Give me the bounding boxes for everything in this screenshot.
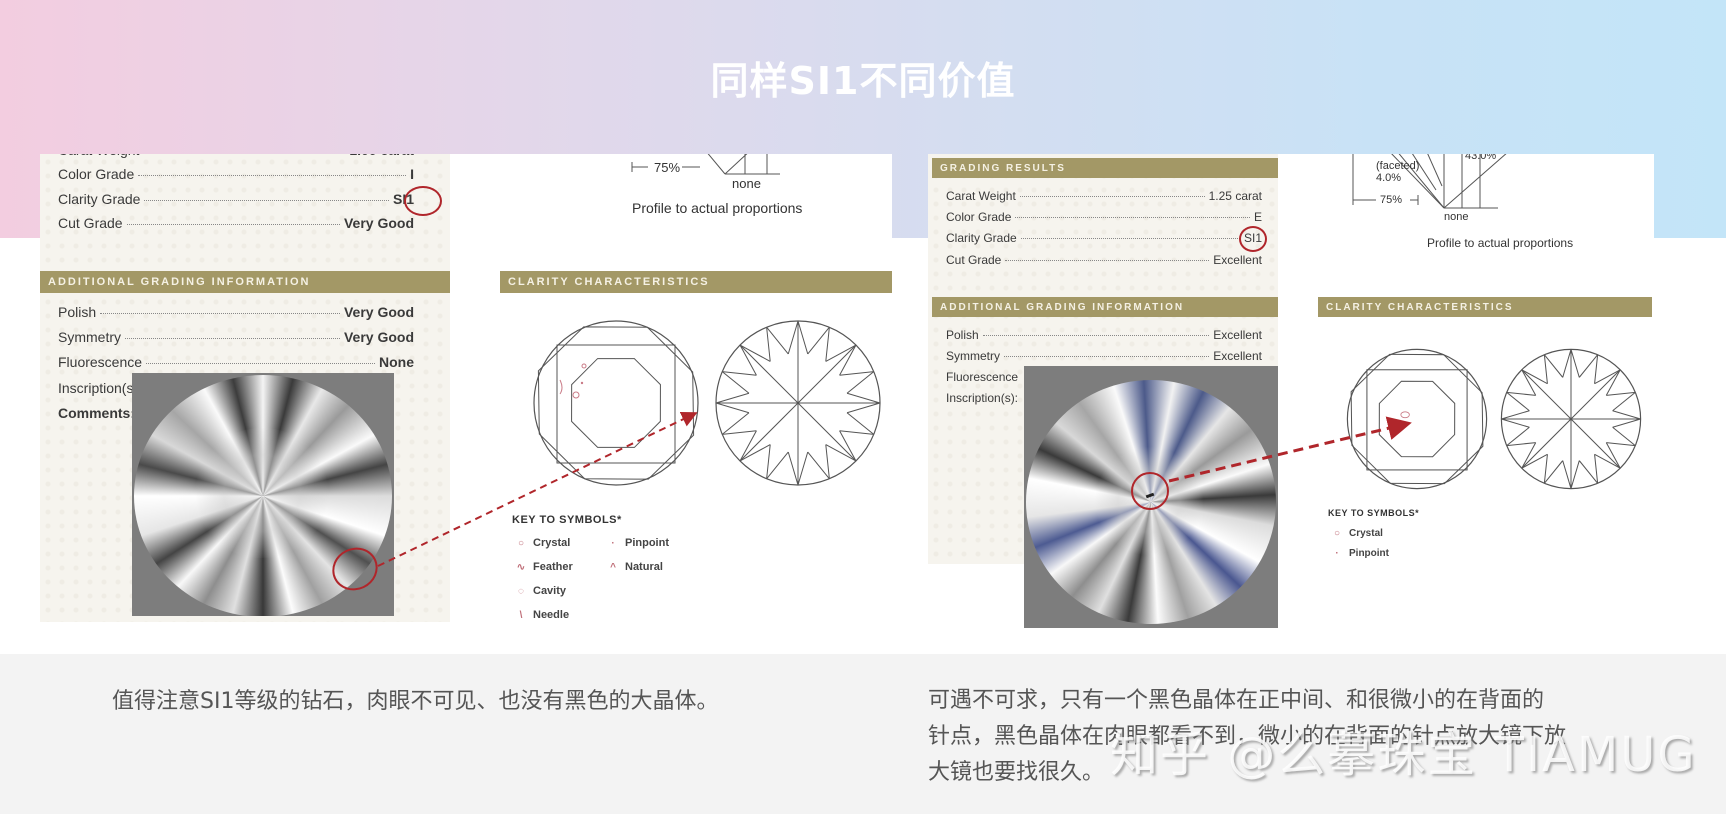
right-dashed-arrow — [1168, 416, 1412, 483]
left-caption: 值得注意SI1等级的钻石，肉眼不可见、也没有黑色的大晶体。 — [112, 689, 719, 714]
right-report-image: GRADING RESULTS Carat Weight 1.25 carat C… — [928, 154, 1654, 632]
page-title: 同样SI1不同价值 — [710, 59, 1016, 103]
right-caption-line-1: 可遇不可求，只有一个黑色晶体在正中间、和很微小的在背面的 — [928, 688, 1545, 713]
watermark: 知乎 @么摹珠宝 TIAMUG — [1110, 727, 1697, 783]
left-dashed-arrow — [377, 411, 698, 567]
left-report-image: Carat Weight1.00 carat Color GradeI Clar… — [40, 154, 892, 622]
